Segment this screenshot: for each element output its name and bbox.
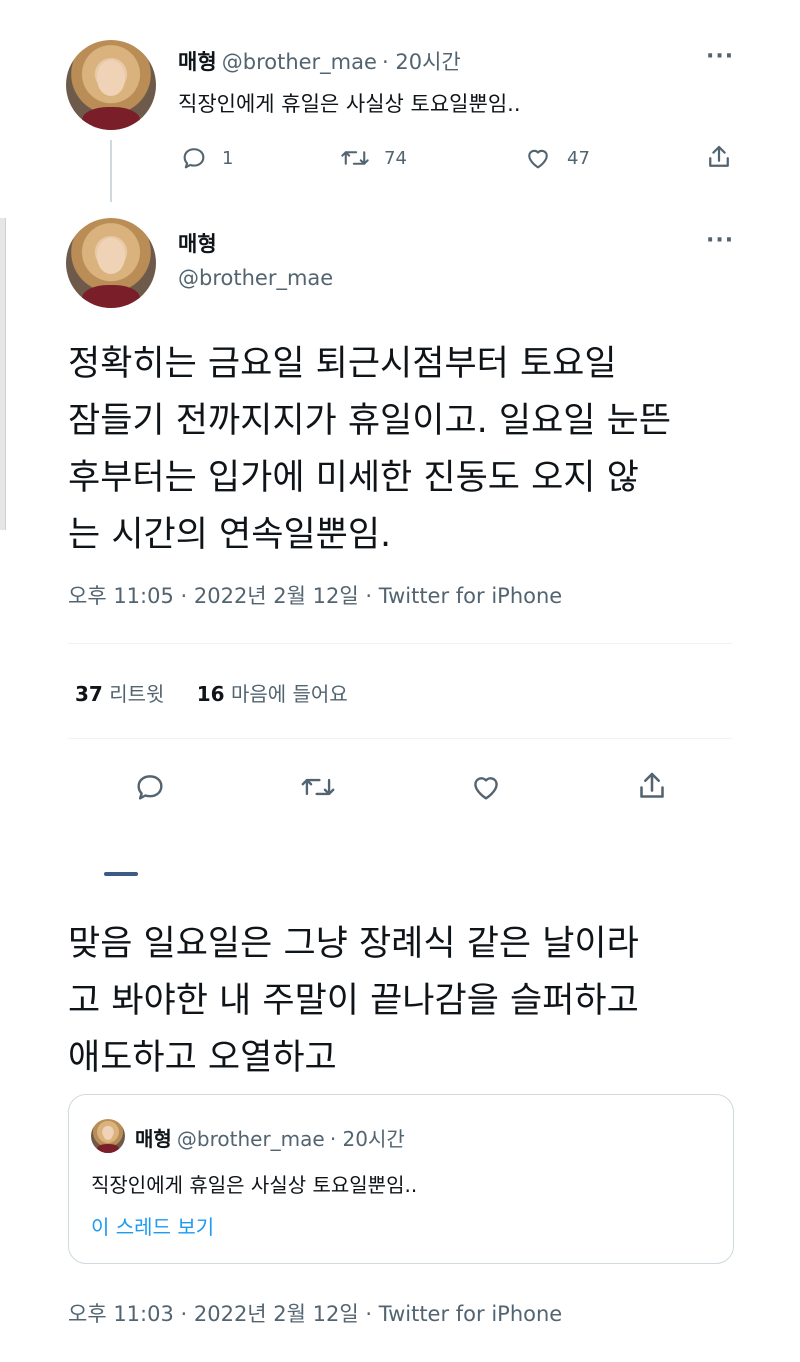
tweet3-text: 맞음 일요일은 그냥 장례식 같은 날이라 고 봐야한 내 주말이 끝나감을 슬… xyxy=(68,916,639,1087)
timestamp: · 20시간 xyxy=(329,1127,405,1151)
tweet1-text: 직장인에게 휴일은 사실상 토요일뿐임.. xyxy=(178,92,521,116)
retweet-button[interactable] xyxy=(300,770,336,804)
tweet-meta[interactable]: 오후 11:03 · 2022년 2월 12일 · Twitter for iP… xyxy=(68,1298,562,1328)
reply-count: 1 xyxy=(222,147,234,169)
like-count: 47 xyxy=(567,147,590,169)
retweet-icon xyxy=(340,144,370,172)
like-stat-label: 마음에 들어요 xyxy=(230,682,348,706)
display-name[interactable]: 매형 xyxy=(178,228,217,258)
scroll-edge xyxy=(0,218,6,530)
username[interactable]: @brother_mae xyxy=(222,50,377,74)
text-line: 맞음 일요일은 그냥 장례식 같은 날이라 xyxy=(68,924,639,964)
like-button[interactable]: 47 xyxy=(523,144,590,172)
retweet-total: 37 xyxy=(75,682,103,706)
show-thread-link[interactable]: 이 스레드 보기 xyxy=(91,1211,214,1240)
avatar[interactable] xyxy=(66,40,156,130)
reply-icon xyxy=(180,144,208,172)
avatar[interactable] xyxy=(66,218,156,308)
like-button[interactable] xyxy=(468,770,504,804)
reply-button[interactable] xyxy=(133,770,167,804)
like-stat[interactable]: 16 마음에 들어요 xyxy=(197,682,348,706)
text-line: 는 시간의 연속일뿐임. xyxy=(68,515,392,555)
quote-text: 직장인에게 휴일은 사실상 토요일뿐임.. xyxy=(91,1173,418,1197)
text-line: 정확히는 금요일 퇴근시점부터 토요일 xyxy=(68,344,617,384)
retweet-icon xyxy=(300,770,336,804)
divider xyxy=(68,643,732,644)
heart-icon xyxy=(468,770,504,804)
engagement-stats: 37 리트윗 16 마음에 들어요 xyxy=(75,678,348,707)
quote-header: 매형 @brother_mae · 20시간 xyxy=(135,1123,405,1152)
share-icon xyxy=(634,768,670,804)
retweet-button[interactable]: 74 xyxy=(340,144,407,172)
retweet-stat[interactable]: 37 리트윗 xyxy=(75,682,171,706)
tweet1-header: 매형 @brother_mae · 20시간 xyxy=(178,46,461,76)
more-icon[interactable]: ··· xyxy=(706,228,734,253)
reply-icon xyxy=(133,770,167,804)
cropped-fragment xyxy=(104,872,138,876)
retweet-stat-label: 리트윗 xyxy=(109,682,165,706)
username: @brother_mae xyxy=(176,1127,325,1151)
share-button[interactable] xyxy=(704,142,734,172)
quoted-tweet-card[interactable]: 매형 @brother_mae · 20시간 직장인에게 휴일은 사실상 토요일… xyxy=(68,1094,734,1264)
heart-icon xyxy=(523,144,553,172)
text-line: 애도하고 오열하고 xyxy=(68,1038,337,1078)
tweet2-text: 정확히는 금요일 퇴근시점부터 토요일 잠들기 전까지지가 휴일이고. 일요일 … xyxy=(68,336,671,564)
share-icon xyxy=(704,142,734,172)
text-line: 고 봐야한 내 주말이 끝나감을 슬퍼하고 xyxy=(68,981,639,1021)
more-icon[interactable]: ··· xyxy=(706,44,734,69)
divider xyxy=(68,738,732,739)
display-name: 매형 xyxy=(135,1127,172,1151)
like-total: 16 xyxy=(196,682,225,706)
tweet-meta[interactable]: 오후 11:05 · 2022년 2월 12일 · Twitter for iP… xyxy=(68,580,562,610)
display-name[interactable]: 매형 xyxy=(178,50,217,74)
text-line: 후부터는 입가에 미세한 진동도 오지 않 xyxy=(68,458,639,498)
retweet-count: 74 xyxy=(384,147,407,169)
timestamp[interactable]: · 20시간 xyxy=(382,50,461,74)
username[interactable]: @brother_mae xyxy=(178,266,333,290)
reply-button[interactable]: 1 xyxy=(180,144,233,172)
text-line: 잠들기 전까지지가 휴일이고. 일요일 눈뜬 xyxy=(68,401,672,441)
thread-connector xyxy=(110,140,112,202)
share-button[interactable] xyxy=(634,768,670,804)
avatar xyxy=(91,1119,125,1153)
